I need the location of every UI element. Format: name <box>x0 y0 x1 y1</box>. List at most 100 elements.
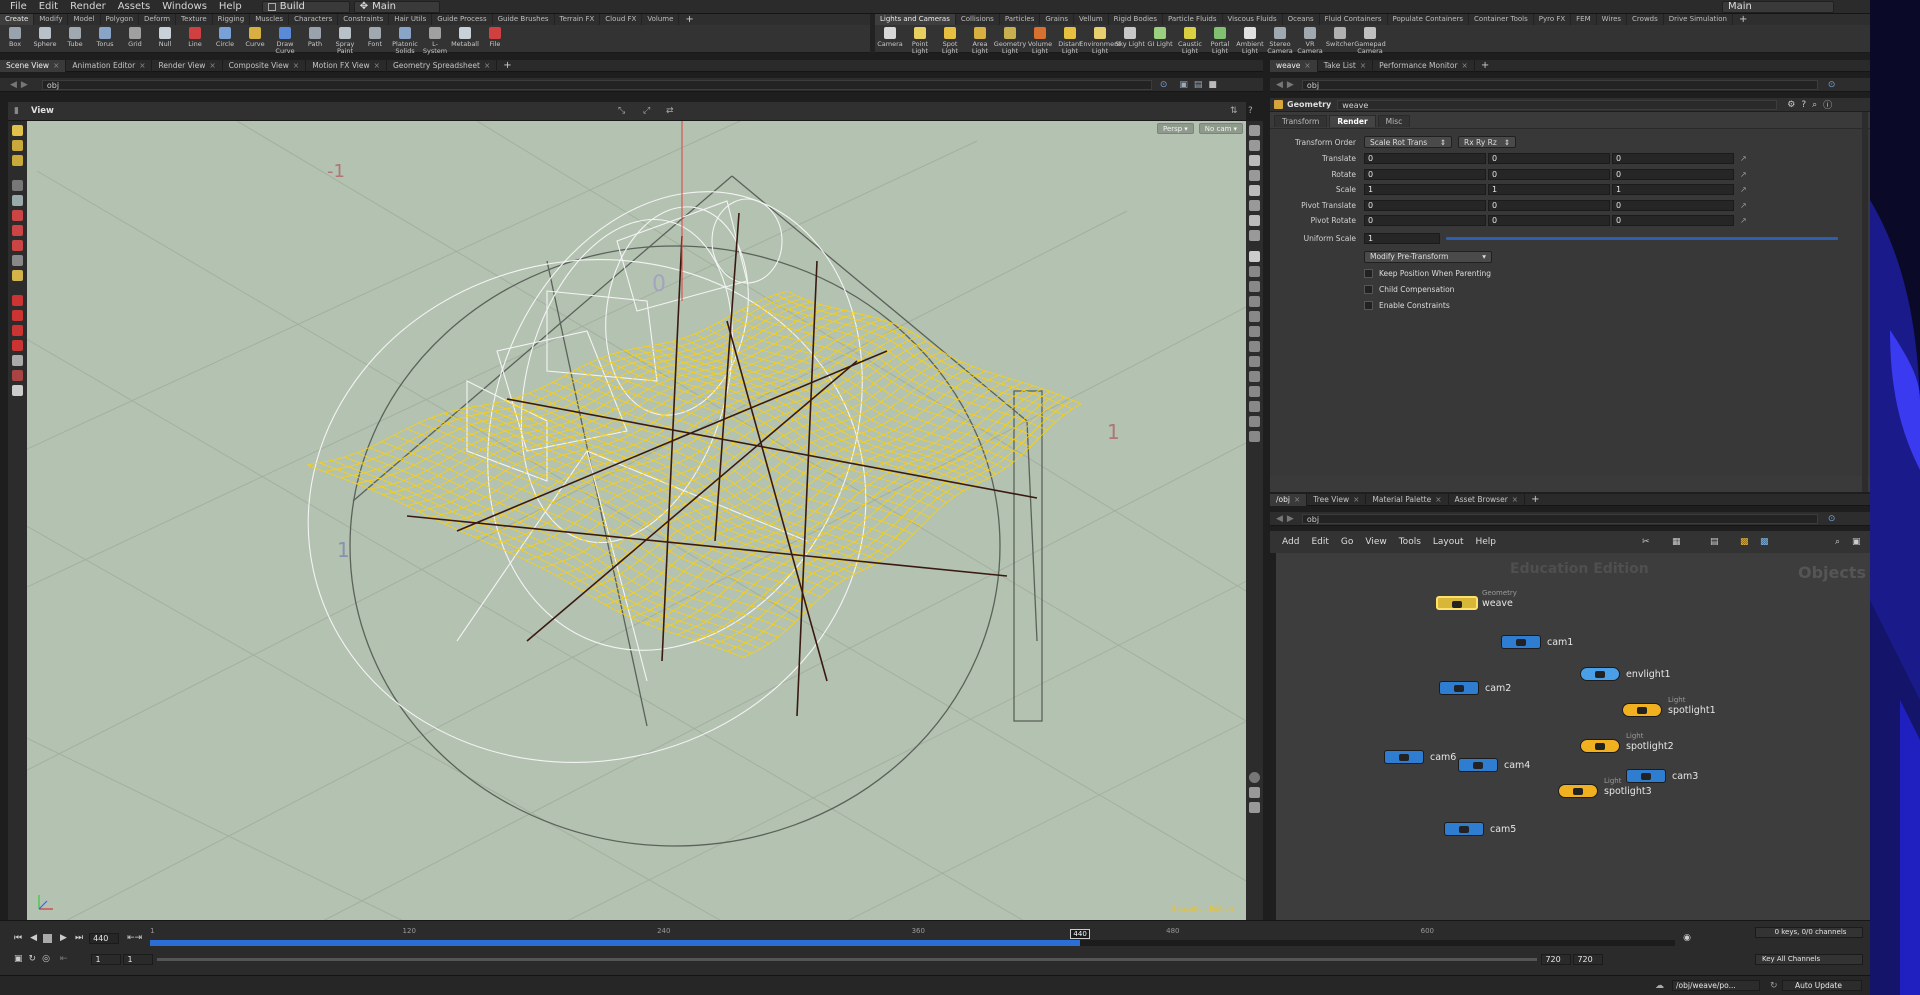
checkbox[interactable] <box>1364 285 1373 294</box>
param-key-icon[interactable]: ↗ <box>1740 170 1747 179</box>
param-value-field[interactable]: 0 <box>1364 199 1486 211</box>
move-tool-icon[interactable] <box>12 140 23 151</box>
help-param-icon[interactable]: ? <box>1801 100 1806 110</box>
pane-tab--obj[interactable]: /obj × <box>1270 493 1308 506</box>
net-menu-help[interactable]: Help <box>1476 537 1497 547</box>
shelf-tab-particle-fluids[interactable]: Particle Fluids <box>1163 14 1223 25</box>
param-key-icon[interactable]: ↗ <box>1740 216 1747 225</box>
param-value-field[interactable]: 0 <box>1488 199 1610 211</box>
add-pane-tab-icon[interactable]: + <box>503 60 511 71</box>
range-slider[interactable] <box>157 957 1538 961</box>
link-icon[interactable]: ▣ <box>1179 80 1188 90</box>
shelf-tool-portal-light[interactable]: Portal Light <box>1205 27 1235 55</box>
range-start-icon[interactable]: ⇤ <box>60 954 68 964</box>
shelf-tool-font[interactable]: Font <box>360 27 390 48</box>
shelf-tool-file[interactable]: File <box>480 27 510 48</box>
net-pin-icon[interactable]: ⊙ <box>1828 514 1836 524</box>
display-icon-17[interactable] <box>1249 431 1260 442</box>
range-end-field[interactable]: 720 <box>1541 953 1572 965</box>
param-value-field[interactable]: 0 <box>1488 215 1610 227</box>
param-value-field[interactable]: 1 <box>1612 184 1734 196</box>
shelf-tool-path[interactable]: Path <box>300 27 330 48</box>
range-start2-field[interactable]: 1 <box>123 953 154 965</box>
shelf-tool-switcher[interactable]: Switcher <box>1325 27 1355 48</box>
uniform-scale-field[interactable]: 1 <box>1364 232 1440 244</box>
pane-tab-take-list[interactable]: Take List × <box>1318 59 1374 72</box>
pane-tab-asset-browser[interactable]: Asset Browser × <box>1449 493 1526 506</box>
net-forward-icon[interactable]: ▶ <box>1287 514 1294 524</box>
jump-end-icon[interactable]: ⏭ <box>75 933 83 943</box>
shelf-tab-fluid-containers[interactable]: Fluid Containers <box>1320 14 1388 25</box>
step-back-icon[interactable]: ◀ <box>30 933 37 943</box>
magnet-icon[interactable] <box>12 295 23 306</box>
pane-tab-performance-monitor[interactable]: Performance Monitor × <box>1373 59 1475 72</box>
rotate-icon[interactable] <box>12 225 23 236</box>
shelf-tab-rigging[interactable]: Rigging <box>213 14 251 25</box>
shelf-tool-gi-light[interactable]: GI Light <box>1145 27 1175 48</box>
pane-tab-motion-fx-view[interactable]: Motion FX View × <box>306 59 387 72</box>
net-tools-icon[interactable]: ✂ <box>1642 537 1650 547</box>
shelf-tool-torus[interactable]: Torus <box>90 27 120 48</box>
handle-icon[interactable] <box>12 270 23 281</box>
pane-tab-geometry-spreadsheet[interactable]: Geometry Spreadsheet × <box>387 59 498 72</box>
tab-close-icon[interactable]: × <box>1360 61 1366 70</box>
param-tab-transform[interactable]: Transform <box>1274 115 1328 127</box>
shelf-tool-spray-paint[interactable]: Spray Paint <box>330 27 360 55</box>
range-start-field[interactable]: 1 <box>91 953 122 965</box>
net-menu-edit[interactable]: Edit <box>1311 537 1328 547</box>
pane-tab-tree-view[interactable]: Tree View × <box>1307 493 1367 506</box>
render-region-icon[interactable] <box>12 370 23 381</box>
key-step-icon[interactable]: ⇤⇥ <box>127 933 142 943</box>
light-tool-icon[interactable] <box>12 385 23 396</box>
refresh-icon[interactable]: ↻ <box>1770 981 1778 991</box>
shelf-tool-platonic-solids[interactable]: Platonic Solids <box>390 27 420 55</box>
info-icon[interactable] <box>1249 772 1260 783</box>
display-icon-11[interactable] <box>1249 341 1260 352</box>
shelf-tab-wires[interactable]: Wires <box>1597 14 1628 25</box>
display-icon-16[interactable] <box>1249 416 1260 427</box>
display-icon-5[interactable] <box>1249 230 1260 241</box>
param-value-field[interactable]: 0 <box>1612 168 1734 180</box>
shelf-tool-sky-light[interactable]: Sky Light <box>1115 27 1145 48</box>
realtime-icon[interactable]: ▣ <box>14 954 23 964</box>
param-back-icon[interactable]: ◀ <box>1276 80 1283 90</box>
persp-menu[interactable]: Persp ▾ <box>1157 123 1194 134</box>
shelf-tab-fem[interactable]: FEM <box>1571 14 1597 25</box>
net-back-icon[interactable]: ◀ <box>1276 514 1283 524</box>
shelf-tab-container-tools[interactable]: Container Tools <box>1469 14 1534 25</box>
display-icon-6[interactable] <box>1249 266 1260 277</box>
add-pane-tab-icon[interactable]: + <box>1531 494 1539 505</box>
shelf-tool-draw-curve[interactable]: Draw Curve <box>270 27 300 55</box>
desktop-selector[interactable]: Build <box>261 0 350 13</box>
uniform-scale-slider[interactable] <box>1446 236 1838 240</box>
translate-icon[interactable] <box>12 210 23 221</box>
shelf-tool-grid[interactable]: Grid <box>120 27 150 48</box>
shelf-tab-viscous-fluids[interactable]: Viscous Fluids <box>1223 14 1283 25</box>
context-selector[interactable]: ✥ Main <box>353 0 440 13</box>
display-icon-10[interactable] <box>1249 326 1260 337</box>
param-value-field[interactable]: 0 <box>1612 153 1734 165</box>
shelf-tool-tube[interactable]: Tube <box>60 27 90 48</box>
shelf-tab-oceans[interactable]: Oceans <box>1283 14 1320 25</box>
param-tab-render[interactable]: Render <box>1329 115 1376 127</box>
param-value-field[interactable]: 0 <box>1612 199 1734 211</box>
pane-tab-render-view[interactable]: Render View × <box>152 59 223 72</box>
param-value-field[interactable]: 0 <box>1488 153 1610 165</box>
shelf-tab-create[interactable]: Create <box>0 14 35 25</box>
shelf-tool-l-system[interactable]: L-System <box>420 27 450 55</box>
shelf-tool-vr-camera[interactable]: VR Camera <box>1295 27 1325 55</box>
display-icon-7[interactable] <box>1249 281 1260 292</box>
shelf-tool-gamepad-camera[interactable]: Gamepad Camera <box>1354 27 1386 55</box>
net-search-icon[interactable]: ⌕ <box>1835 537 1840 547</box>
shelf-tool-spot-light[interactable]: Spot Light <box>935 27 965 55</box>
network-canvas[interactable]: Education Edition Objects Geometry weave c… <box>1276 553 1870 920</box>
shelf-tab-particles[interactable]: Particles <box>1000 14 1041 25</box>
shelf-tab-guide-brushes[interactable]: Guide Brushes <box>493 14 555 25</box>
shelf-tool-volume-light[interactable]: Volume Light <box>1025 27 1055 55</box>
tab-close-icon[interactable]: × <box>1512 495 1518 504</box>
shelf-tool-geometry-light[interactable]: Geometry Light <box>994 27 1026 55</box>
param-value-field[interactable]: 0 <box>1364 215 1486 227</box>
param-forward-icon[interactable]: ▶ <box>1287 80 1294 90</box>
menu-assets[interactable]: Assets <box>112 1 157 12</box>
key-all-channels-menu[interactable]: Key All Channels <box>1755 953 1863 965</box>
